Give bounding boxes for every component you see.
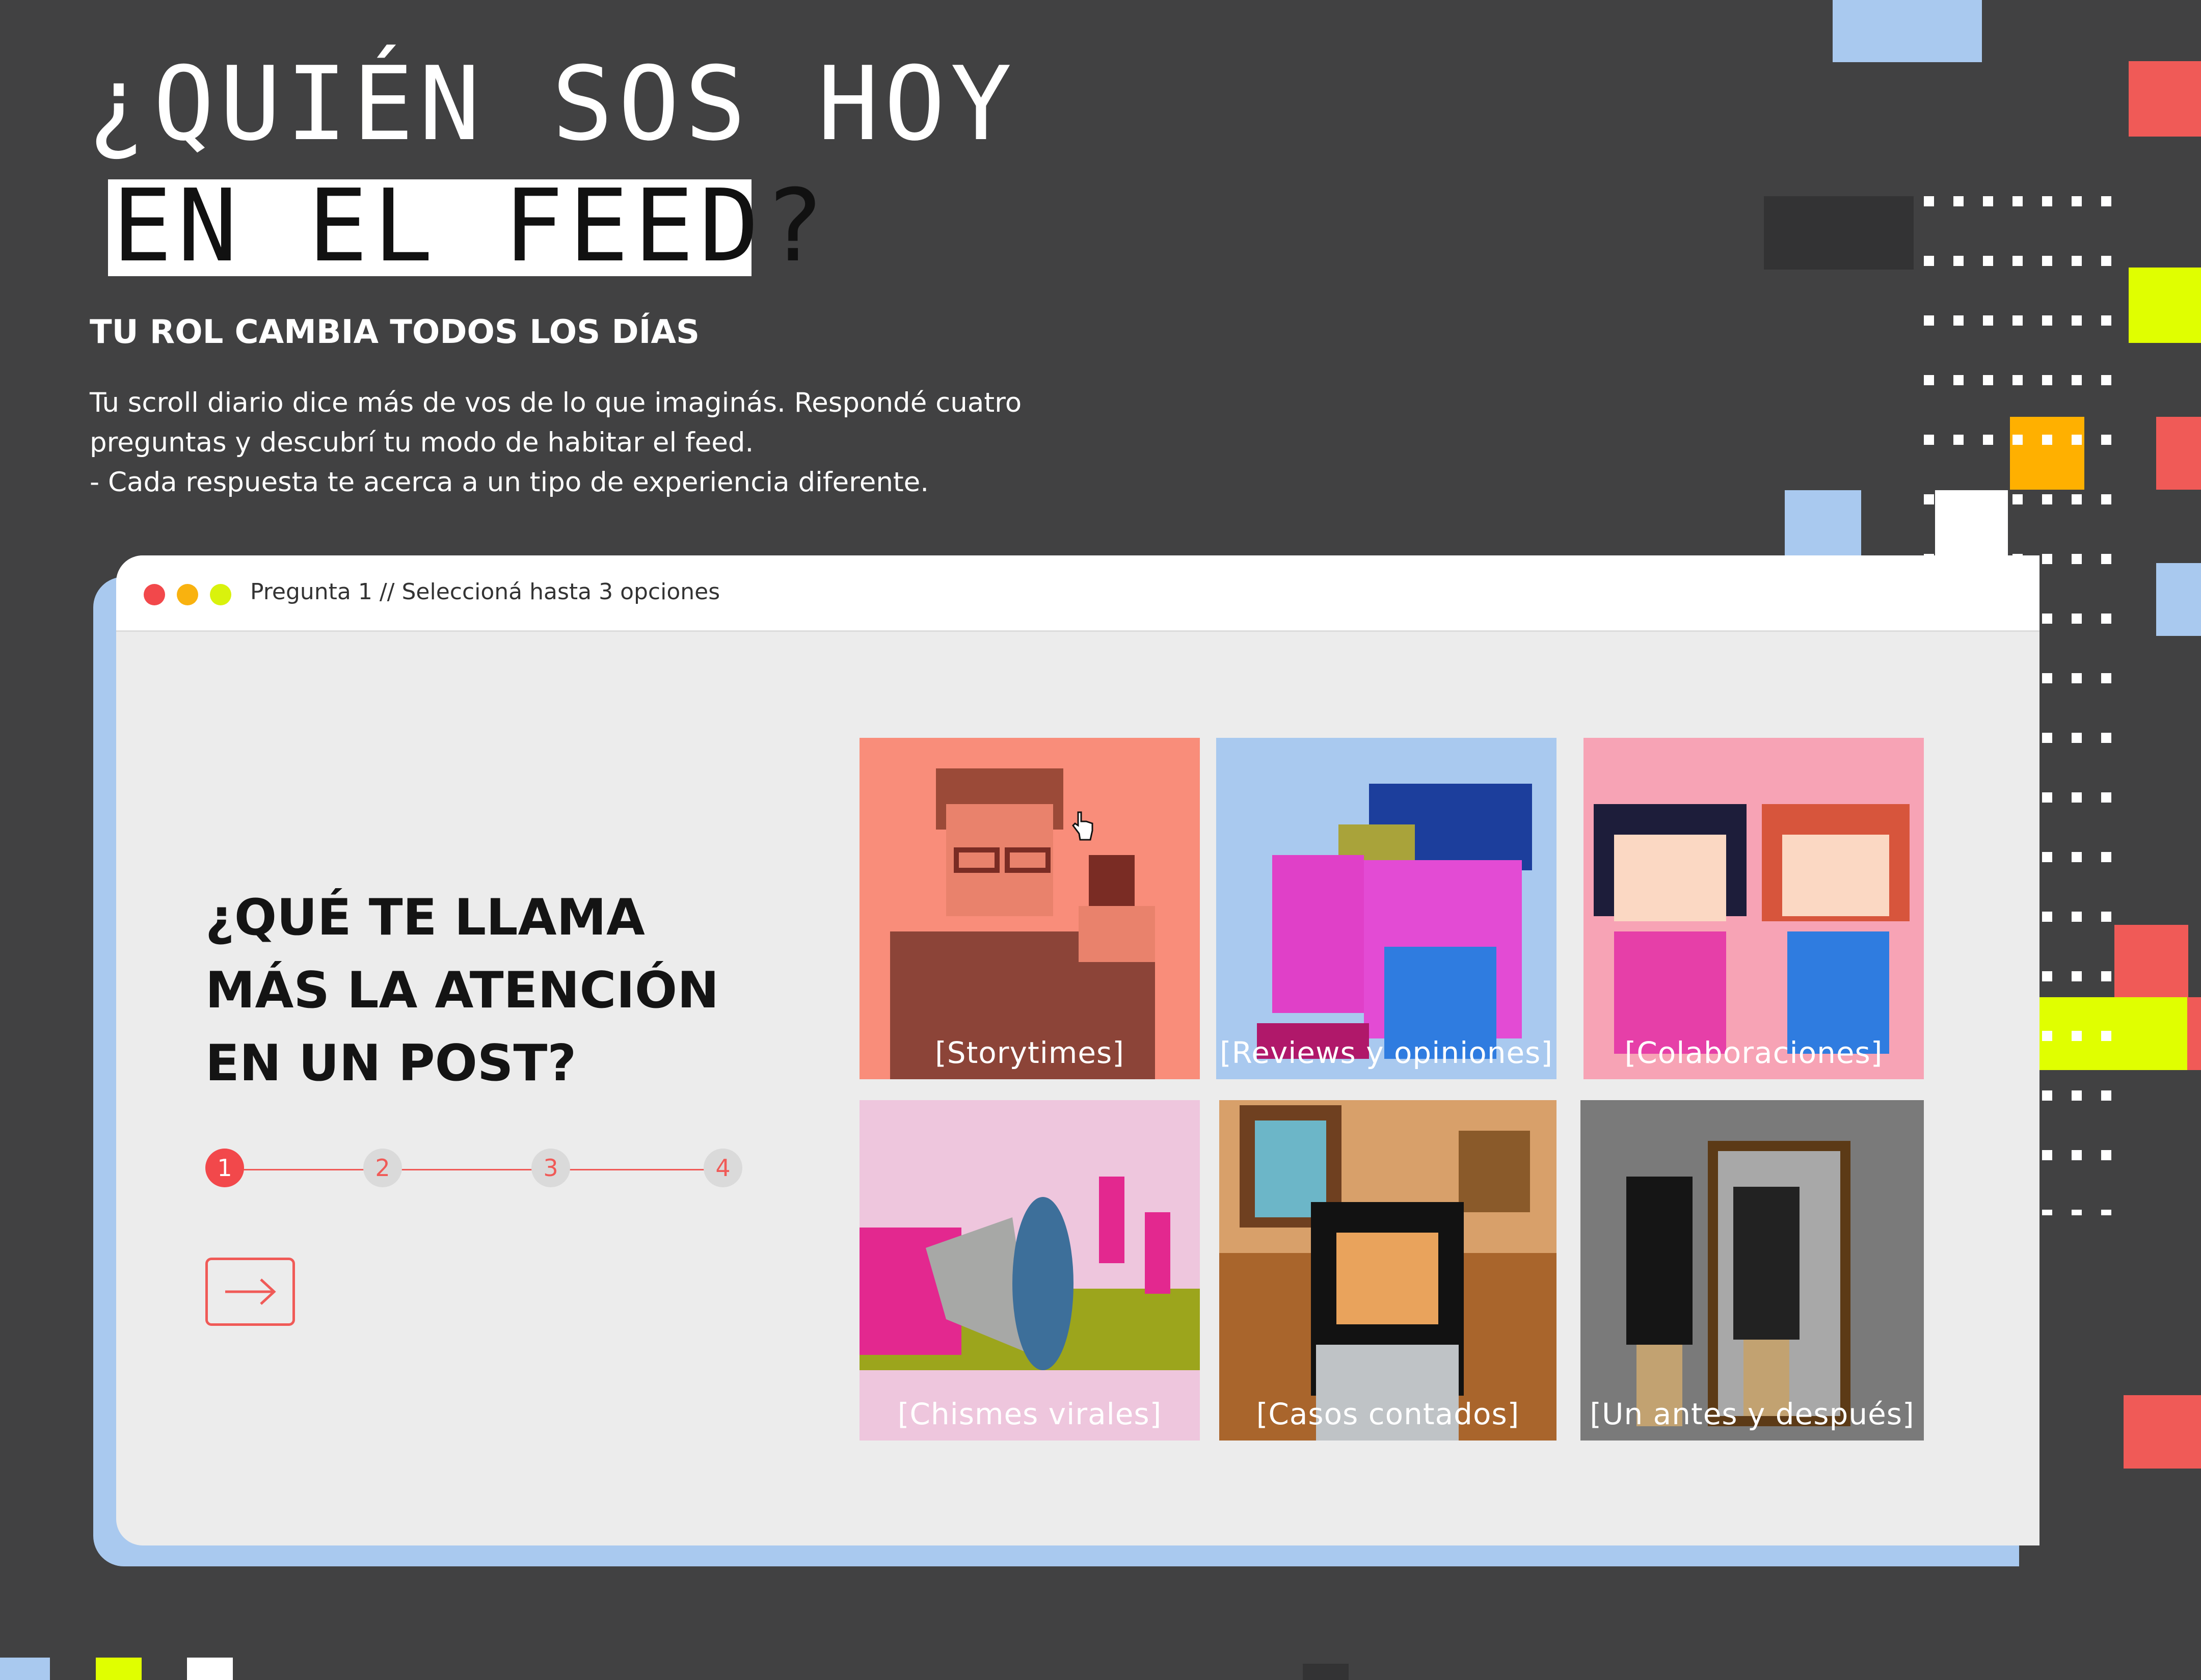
window-close-button[interactable] [144, 584, 165, 605]
option-tile-reviews[interactable]: [Reviews y opiniones] [1216, 738, 1556, 1079]
window-title: Pregunta 1 // Seleccioná hasta 3 opcione… [250, 579, 720, 605]
progress-stepper: 1 2 3 4 [205, 1146, 766, 1192]
option-tile-casos[interactable]: [Casos contados] [1219, 1100, 1556, 1441]
shopping-bags-illustration [1257, 784, 1532, 1059]
quiz-window: Pregunta 1 // Seleccioná hasta 3 opcione… [116, 555, 2039, 1545]
question-heading: ¿QUÉ TE LLAMA MÁS LA ATENCIÓN EN UN POST… [205, 882, 817, 1100]
step-1[interactable]: 1 [205, 1149, 244, 1187]
deco-square [1303, 1664, 1349, 1680]
mirror-illustration [1626, 1141, 1850, 1426]
deco-square [1764, 196, 1914, 270]
deco-square [2129, 61, 2201, 137]
stepper-line [236, 1169, 725, 1170]
two-girls-illustration [1594, 804, 1910, 1054]
deco-square [1833, 0, 1982, 62]
window-maximize-button[interactable] [210, 584, 231, 605]
option-tile-antes-despues[interactable]: [Un antes y después] [1580, 1100, 1924, 1441]
step-2[interactable]: 2 [363, 1149, 402, 1187]
question-line: ¿QUÉ TE LLAMA [205, 889, 645, 947]
step-4[interactable]: 4 [704, 1149, 742, 1187]
window-titlebar: Pregunta 1 // Seleccioná hasta 3 opcione… [116, 555, 2039, 632]
deco-square [96, 1658, 142, 1680]
intro-line: - Cada respuesta te acerca a un tipo de … [90, 467, 929, 498]
deco-square [0, 1658, 50, 1680]
megaphone-illustration [860, 1177, 1200, 1370]
deco-square [1785, 490, 1861, 555]
page-subtitle: TU ROL CAMBIA TODOS LOS DÍAS [90, 313, 700, 351]
deco-square [187, 1658, 233, 1680]
option-label: [Un antes y después] [1590, 1397, 1915, 1431]
option-tile-storytimes[interactable]: [Storytimes] [860, 738, 1200, 1079]
girl-laptop-illustration [1219, 1105, 1556, 1441]
deco-square [2156, 563, 2201, 636]
option-tile-colaboraciones[interactable]: [Colaboraciones] [1583, 738, 1924, 1079]
page-title-line-1: ¿QUIÉN SOS HOY [87, 45, 1017, 164]
step-3[interactable]: 3 [531, 1149, 570, 1187]
option-label: [Colaboraciones] [1624, 1035, 1883, 1070]
question-line: MÁS LA ATENCIÓN [205, 962, 719, 1020]
option-label: [Chismes virales] [897, 1397, 1162, 1431]
next-button[interactable] [205, 1258, 295, 1326]
intro-line: preguntas y descubrí tu modo de habitar … [90, 427, 754, 458]
intro-line: Tu scroll diario dice más de vos de lo q… [90, 387, 1022, 418]
question-line: EN UN POST? [205, 1034, 577, 1092]
page-title-line-2: EN EL FEED? [112, 168, 830, 284]
deco-square [2129, 268, 2201, 343]
option-label: [Casos contados] [1256, 1397, 1520, 1431]
arrow-right-icon [225, 1278, 276, 1305]
option-label: [Storytimes] [935, 1035, 1124, 1070]
deco-square [2124, 1395, 2201, 1469]
person-selfie-illustration [890, 768, 1155, 1079]
option-tile-chismes[interactable]: [Chismes virales] [860, 1100, 1200, 1441]
option-label: [Reviews y opiniones] [1219, 1035, 1553, 1070]
window-minimize-button[interactable] [177, 584, 198, 605]
deco-square [2187, 997, 2201, 1070]
intro-text: Tu scroll diario dice más de vos de lo q… [90, 383, 1109, 502]
deco-square [2156, 417, 2201, 490]
hand-cursor-icon [1072, 811, 1093, 841]
